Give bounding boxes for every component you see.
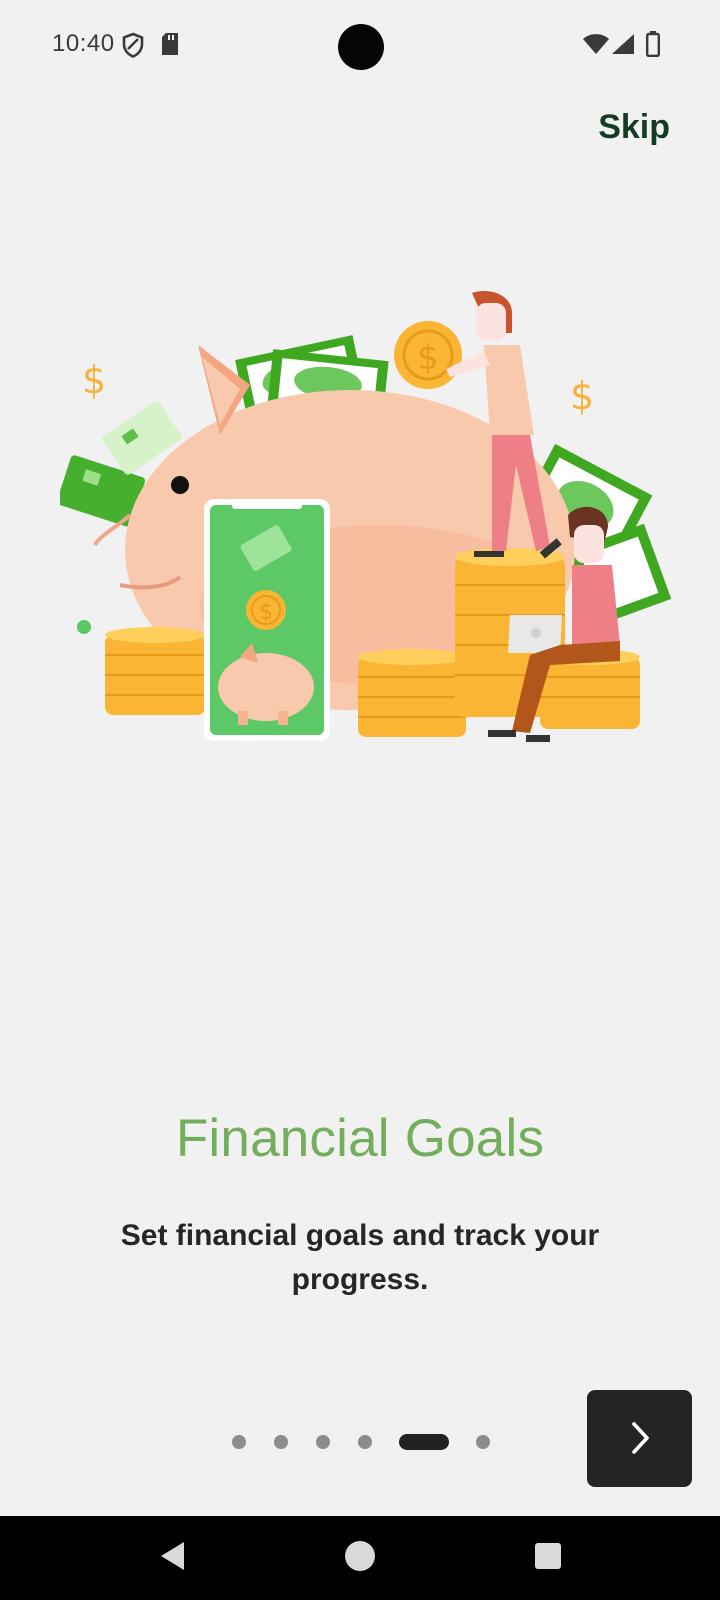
dollar-sign-right: $ [570,374,594,418]
next-button[interactable] [587,1390,692,1487]
coin-stack-middle [358,649,466,737]
onboarding-screen: 10:40 Skip $ $ $ $ Financial Goals Set f… [0,0,720,1600]
status-bar: 10:40 [0,0,720,92]
page-dot-5-active[interactable] [399,1434,449,1450]
onboarding-subtitle: Set financial goals and track your progr… [120,1219,600,1296]
gold-coin: $ [394,321,462,389]
onboarding-title: Financial Goals [175,1109,545,1168]
wifi-icon [583,34,609,59]
page-dot-6[interactable] [476,1435,490,1449]
page-dot-1[interactable] [232,1435,246,1449]
status-time: 10:40 [52,30,115,57]
page-indicator [224,1433,504,1451]
piggy-bank-savings-illustration: $ $ $ $ [60,291,672,742]
svg-text:$: $ [259,600,273,625]
page-dot-4[interactable] [358,1435,372,1449]
page-dot-3[interactable] [316,1435,330,1449]
navigation-bar [0,1516,720,1600]
battery-icon [646,31,661,62]
phone-illustration: $ [204,499,330,741]
back-icon[interactable] [158,1540,186,1577]
coin-stack-left [105,627,205,715]
skip-button[interactable]: Skip [598,108,670,147]
recents-icon[interactable] [535,1543,561,1574]
sd-card-icon [160,32,180,61]
page-dot-2[interactable] [274,1435,288,1449]
dollar-sign-left: $ [82,358,106,402]
front-camera [338,24,384,70]
green-dot [77,620,91,634]
home-icon[interactable] [345,1540,375,1577]
shield-icon [122,32,144,63]
svg-text:$: $ [417,338,439,378]
chevron-right-icon [632,1422,649,1454]
signal-icon [612,34,634,59]
